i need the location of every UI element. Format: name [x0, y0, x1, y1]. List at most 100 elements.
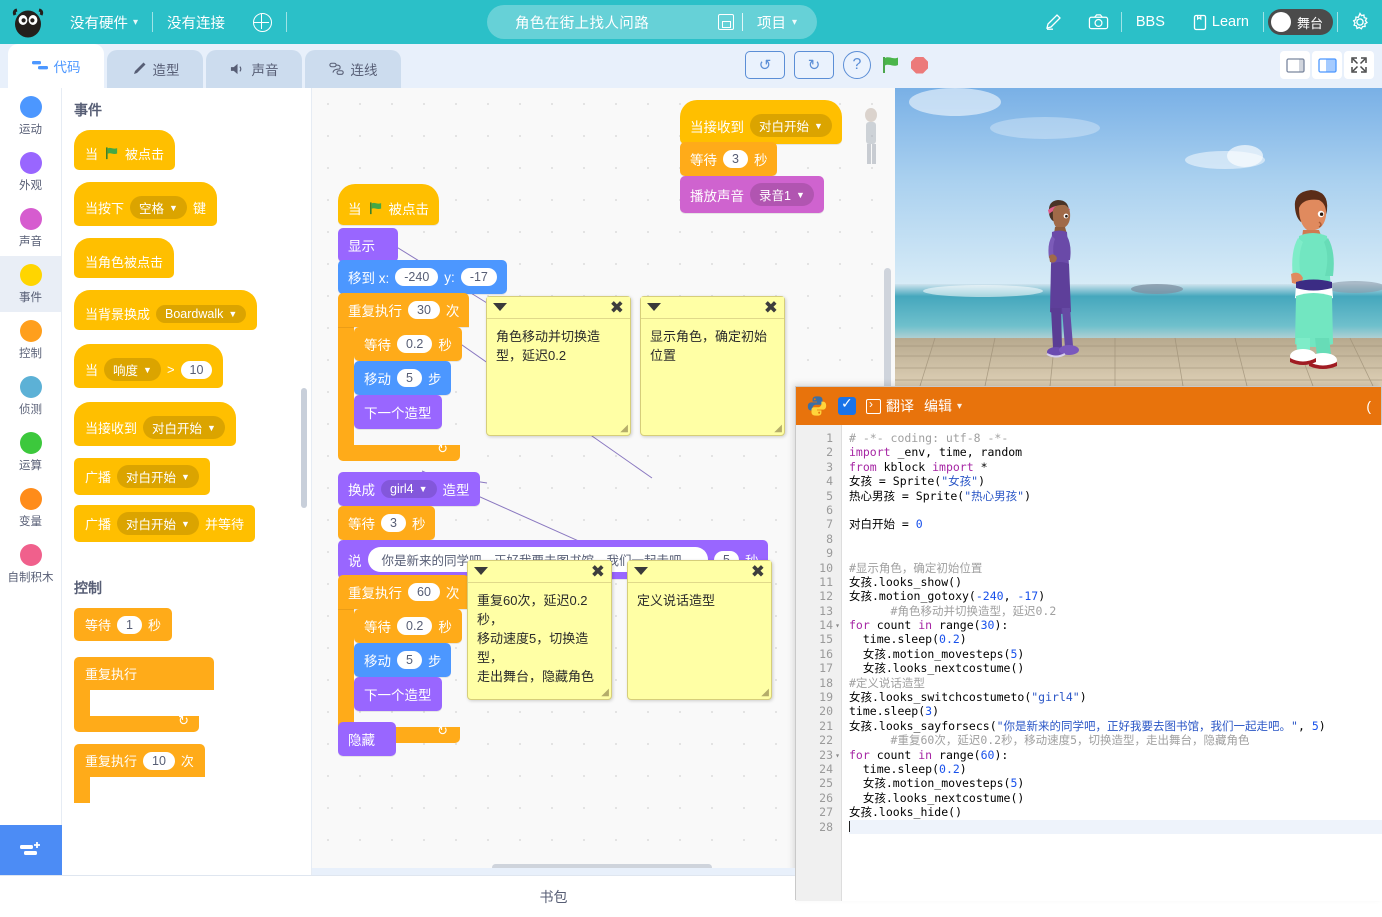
large-stage-button[interactable] — [1312, 51, 1342, 79]
block-hide[interactable]: 隐藏 — [338, 722, 396, 756]
edit-pencil-button[interactable] — [1032, 0, 1076, 44]
code-line[interactable]: #角色移动并切换造型，延迟0.2 — [849, 604, 1382, 618]
block-palette[interactable]: 事件 当 被点击 当按下 空格 ▼ 键 当角色被点击 当背景换成 Boardwa… — [62, 88, 312, 875]
bbs-link[interactable]: BBS — [1122, 0, 1179, 44]
block-move-5-a[interactable]: 移动 5 步 — [354, 361, 452, 395]
code-line[interactable] — [849, 546, 1382, 560]
code-line[interactable]: from kblock import * — [849, 460, 1382, 474]
checkbox-checked-icon[interactable] — [838, 395, 856, 415]
resize-grip-icon[interactable]: ◢ — [774, 423, 782, 434]
python-code-editor[interactable]: 1 2 3 4 5 6 7 8 9 10 11 12 13 14 ▾ 15 16 17 18 19 20 21 22 23 ▾ 2… — [796, 425, 1382, 901]
code-line[interactable]: #显示角色，确定初始位置 — [849, 561, 1382, 575]
small-stage-button[interactable] — [1280, 51, 1310, 79]
sprite-boy[interactable] — [1277, 186, 1347, 377]
python-panel[interactable]: 翻译 编辑 ▾ ( 1234567891011121314▾1516171819… — [795, 386, 1382, 901]
stage-area[interactable] — [895, 88, 1382, 386]
comment-3[interactable]: ✖ 重复60次，延迟0.2秒， 移动速度5，切换造型， 走出舞台，隐藏角色 ◢ — [467, 560, 612, 700]
loudness-dropdown[interactable]: 响度 ▼ — [104, 358, 161, 381]
tab-code[interactable]: 代码 — [8, 44, 104, 88]
language-button[interactable] — [239, 0, 286, 44]
fullscreen-button[interactable] — [1344, 51, 1374, 79]
block-switch-costume[interactable]: 换成 girl4 ▼ 造型 — [338, 472, 480, 506]
code-line[interactable]: 女孩.looks_nextcostume() — [849, 791, 1382, 805]
code-line[interactable]: 女孩.motion_gotoxy(-240, -17) — [849, 589, 1382, 603]
palette-scrollbar[interactable] — [301, 388, 307, 508]
y-coordinate-input[interactable]: -17 — [460, 268, 497, 286]
python-collapse-icon[interactable]: ( — [1366, 398, 1371, 414]
category-variables[interactable]: 变量 — [0, 480, 61, 536]
comment-header[interactable]: ✖ — [468, 561, 611, 583]
message-dropdown[interactable]: 对白开始 ▼ — [143, 416, 225, 439]
block-wait-3[interactable]: 等待 3 秒 — [338, 506, 436, 540]
translate-button[interactable]: 翻译 — [866, 396, 914, 416]
category-control[interactable]: 控制 — [0, 312, 61, 368]
resize-grip-icon[interactable]: ◢ — [620, 423, 628, 434]
block-next-costume-a[interactable]: 下一个造型 — [354, 395, 442, 429]
collapse-triangle-icon[interactable] — [493, 303, 507, 311]
sound-dropdown[interactable]: 录音1 ▼ — [750, 183, 814, 206]
code-line[interactable]: time.sleep(0.2) — [849, 762, 1382, 776]
close-icon[interactable]: ✖ — [751, 563, 765, 581]
code-line[interactable] — [849, 503, 1382, 517]
move-steps-input[interactable]: 5 — [397, 369, 422, 387]
palette-block-when-backdrop-switches[interactable]: 当背景换成 Boardwalk ▼ — [74, 290, 258, 330]
palette-block-when-receive-message[interactable]: 当接收到 对白开始 ▼ — [74, 402, 236, 446]
code-line[interactable]: 对白开始 = 0 — [849, 517, 1382, 531]
app-logo[interactable] — [0, 0, 56, 44]
collapse-triangle-icon[interactable] — [474, 567, 488, 575]
tab-sounds[interactable]: 声音 — [206, 50, 302, 88]
palette-block-forever[interactable]: 重复执行 — [74, 657, 215, 732]
project-menu[interactable]: 项目 ▾ — [743, 12, 817, 33]
close-icon[interactable]: ✖ — [764, 299, 778, 317]
stop-button[interactable] — [911, 56, 928, 74]
block-show[interactable]: 显示 — [338, 228, 398, 262]
palette-block-broadcast-and-wait[interactable]: 广播 对白开始 ▼ 并等待 — [74, 505, 255, 542]
edit-menu[interactable]: 编辑 ▾ — [924, 396, 962, 416]
code-line[interactable]: 女孩.motion_movesteps(5) — [849, 647, 1382, 661]
code-line[interactable]: time.sleep(0.2) — [849, 632, 1382, 646]
code-line[interactable]: 女孩 = Sprite("女孩") — [849, 474, 1382, 488]
code-line[interactable]: 女孩.looks_hide() — [849, 805, 1382, 819]
category-events[interactable]: 事件 — [0, 256, 61, 312]
costume-dropdown[interactable]: girl4 ▼ — [381, 480, 437, 498]
key-dropdown[interactable]: 空格 ▼ — [130, 196, 187, 219]
repeat-60-count-input[interactable]: 60 — [408, 583, 440, 601]
category-myblocks[interactable]: 自制积木 — [0, 536, 61, 592]
camera-button[interactable] — [1076, 0, 1121, 44]
settings-button[interactable] — [1338, 0, 1382, 44]
receive-message-dropdown[interactable]: 对白开始 ▼ — [750, 114, 832, 137]
code-line[interactable]: #定义说话造型 — [849, 676, 1382, 690]
code-line[interactable]: for count in range(60): — [849, 748, 1382, 762]
connection-menu[interactable]: 没有连接 — [153, 0, 239, 44]
code-text-area[interactable]: # -*- coding: utf-8 -*- import _env, time… — [842, 425, 1382, 901]
code-line[interactable]: 热心男孩 = Sprite("热心男孩") — [849, 489, 1382, 503]
code-line[interactable]: 女孩.looks_switchcostumeto("girl4") — [849, 690, 1382, 704]
sprite-girl[interactable] — [1035, 196, 1083, 373]
tab-connect[interactable]: 连线 — [305, 50, 401, 88]
save-icon[interactable] — [717, 14, 734, 30]
fold-triangle-icon[interactable]: ▾ — [835, 619, 840, 633]
help-button[interactable]: ? — [843, 51, 871, 79]
code-line[interactable]: #重复60次，延迟0.2秒，移动速度5，切换造型，走出舞台，隐藏角色 — [849, 733, 1382, 747]
category-sound[interactable]: 声音 — [0, 200, 61, 256]
palette-block-repeat-times[interactable]: 重复执行 10 次 — [74, 744, 205, 803]
tab-costumes[interactable]: 造型 — [107, 50, 203, 88]
wait-seconds-input[interactable]: 0.2 — [397, 617, 433, 635]
comment-header[interactable]: ✖ — [641, 297, 784, 319]
broadcast-dropdown[interactable]: 对白开始 ▼ — [117, 465, 199, 488]
resize-grip-icon[interactable]: ◢ — [601, 687, 609, 698]
category-looks[interactable]: 外观 — [0, 144, 61, 200]
backdrop-dropdown[interactable]: Boardwalk ▼ — [156, 304, 247, 323]
wait-seconds-input[interactable]: 0.2 — [397, 335, 433, 353]
comment-header[interactable]: ✖ — [487, 297, 630, 319]
category-motion[interactable]: 运动 — [0, 88, 61, 144]
wait-seconds-input[interactable]: 3 — [723, 150, 748, 168]
code-line[interactable]: 女孩.motion_movesteps(5) — [849, 776, 1382, 790]
palette-block-when-loudness-greater[interactable]: 当 响度 ▼ > 10 — [74, 344, 224, 388]
block-when-i-receive[interactable]: 当接收到 对白开始 ▼ — [680, 100, 842, 144]
block-goto-xy[interactable]: 移到 x: -240 y: -17 — [338, 260, 507, 294]
x-coordinate-input[interactable]: -240 — [395, 268, 439, 286]
comment-1[interactable]: ✖ 角色移动并切换造型，延迟0.2 ◢ — [486, 296, 631, 436]
collapse-triangle-icon[interactable] — [647, 303, 661, 311]
threshold-input[interactable]: 10 — [180, 360, 213, 379]
